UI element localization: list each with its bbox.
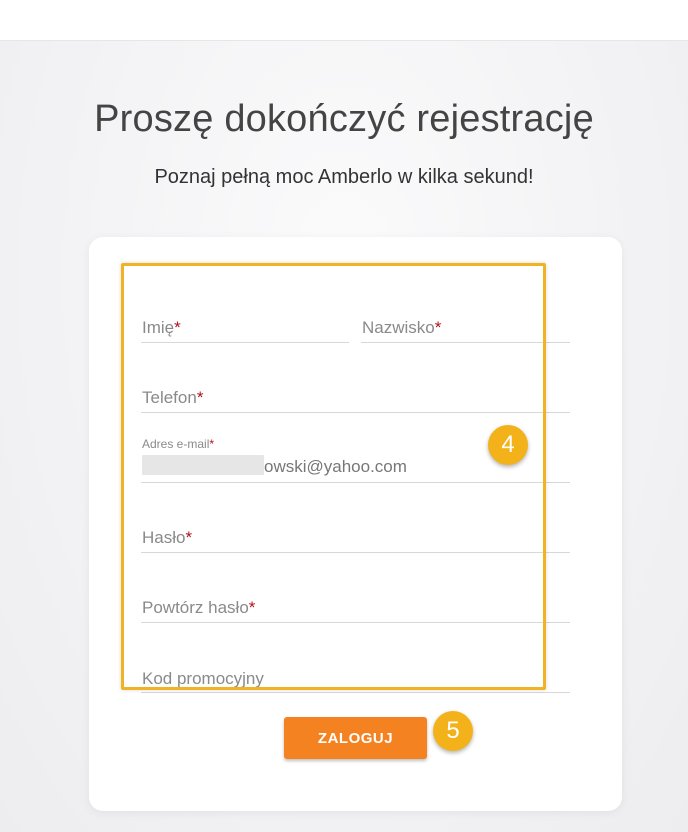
form-highlight-box	[121, 263, 546, 690]
promo-code-underline	[141, 691, 570, 693]
page-title: Proszę dokończyć rejestrację	[94, 98, 594, 140]
page-subtitle: Poznaj pełną moc Amberlo w kilka sekund!	[154, 166, 534, 188]
top-bar	[0, 0, 688, 41]
step-badge-5: 5	[433, 711, 473, 751]
login-button[interactable]: ZALOGUJ	[284, 717, 427, 759]
step-badge-4: 4	[488, 425, 528, 465]
